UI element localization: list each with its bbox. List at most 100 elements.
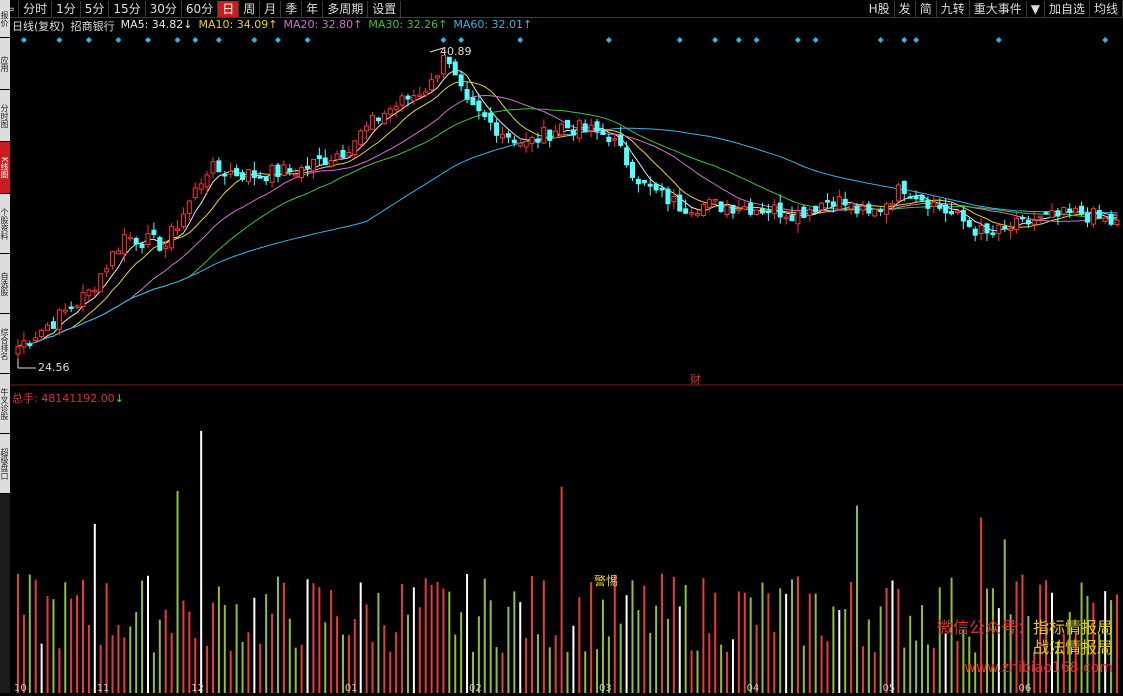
candle-body bbox=[198, 183, 204, 190]
x-axis-tick: 04 bbox=[747, 683, 760, 693]
period-tab-3[interactable]: 15分 bbox=[109, 0, 146, 17]
candle-body bbox=[647, 183, 653, 187]
period-tab-0[interactable]: 分时 bbox=[19, 0, 53, 17]
candle bbox=[1014, 210, 1020, 234]
candle bbox=[943, 198, 949, 223]
candle bbox=[848, 201, 854, 215]
candle bbox=[718, 201, 724, 213]
candle bbox=[872, 208, 878, 218]
signal-diamond bbox=[913, 37, 920, 43]
candle-body bbox=[364, 125, 370, 132]
candle-body bbox=[281, 164, 287, 176]
sidebar-tab-0[interactable]: 报价 bbox=[0, 0, 10, 38]
signal-diamond bbox=[144, 37, 151, 43]
candle-body bbox=[352, 140, 358, 156]
candle-body bbox=[683, 208, 689, 214]
signal-diamond bbox=[440, 37, 447, 43]
candle bbox=[198, 178, 204, 195]
candle bbox=[86, 288, 92, 301]
candle bbox=[381, 110, 387, 125]
candle-body bbox=[240, 172, 246, 180]
signal-diamond bbox=[877, 37, 884, 43]
candle bbox=[210, 156, 216, 179]
period-tab-4[interactable]: 30分 bbox=[146, 0, 182, 17]
signal-diamond bbox=[215, 37, 222, 43]
candle-body bbox=[830, 201, 836, 207]
candle-body bbox=[316, 155, 322, 160]
candle-body bbox=[192, 187, 198, 198]
candle bbox=[375, 116, 381, 124]
period-tab-5[interactable]: 60分 bbox=[182, 0, 219, 17]
candle bbox=[328, 154, 334, 167]
candle bbox=[860, 200, 866, 216]
sidebar-tab-1[interactable]: 应用 bbox=[0, 38, 10, 90]
sidebar-tab-7[interactable]: 牛叉诊股 bbox=[0, 374, 10, 434]
sidebar-tab-2[interactable]: 分时图 bbox=[0, 90, 10, 142]
candle bbox=[405, 93, 411, 107]
signal-diamond bbox=[274, 37, 281, 43]
candle bbox=[346, 145, 352, 157]
period-tab-7[interactable]: 周 bbox=[239, 0, 261, 17]
candle bbox=[204, 171, 210, 195]
candle bbox=[169, 223, 175, 251]
kline-chart[interactable]: 10 11 12 01 02 03 04 05 06 40.89 24.56 财 警惕 bbox=[10, 18, 1123, 694]
toolbar-right-item-4[interactable]: 重大事件 bbox=[970, 0, 1027, 17]
candle bbox=[1084, 207, 1090, 228]
candle bbox=[966, 217, 972, 228]
volume-value: 48141192.00 bbox=[41, 392, 115, 405]
candle bbox=[281, 160, 287, 177]
candle bbox=[269, 163, 275, 188]
candle-body bbox=[624, 147, 630, 166]
toolbar-right-item-2[interactable]: 简 bbox=[916, 0, 937, 17]
volume-arrow: ↓ bbox=[114, 392, 124, 405]
signal-diamond bbox=[812, 37, 819, 43]
period-tab-10[interactable]: 年 bbox=[302, 0, 324, 17]
toolbar-right-item-0[interactable]: H股 bbox=[865, 0, 895, 17]
signal-diamond bbox=[517, 37, 524, 43]
watermark-brand2: 战法情报局 bbox=[1032, 638, 1113, 657]
period-tab-6[interactable]: 日 bbox=[218, 0, 240, 17]
toolbar-right-item-1[interactable]: 发 bbox=[895, 0, 916, 17]
candle-body bbox=[446, 56, 452, 65]
candle bbox=[263, 175, 269, 186]
candle bbox=[322, 149, 328, 166]
x-axis-tick: 02 bbox=[469, 683, 482, 693]
candle-body bbox=[854, 205, 860, 214]
candle bbox=[452, 58, 458, 76]
candle bbox=[618, 126, 624, 148]
candle bbox=[310, 158, 316, 179]
candle-body bbox=[204, 174, 210, 188]
candle-body bbox=[340, 149, 346, 158]
candle-body bbox=[600, 129, 606, 135]
period-tab-1[interactable]: 1分 bbox=[52, 0, 81, 17]
sidebar-tab-5[interactable]: 自选股 bbox=[0, 254, 10, 314]
candle bbox=[588, 118, 594, 138]
sidebar-tab-6[interactable]: 综合排名 bbox=[0, 314, 10, 374]
sidebar-tab-4[interactable]: 个股资料 bbox=[0, 194, 10, 254]
candle-body bbox=[68, 306, 74, 310]
candle bbox=[180, 207, 186, 230]
signal-diamond bbox=[605, 37, 612, 43]
candle-body bbox=[712, 199, 718, 202]
candle-body bbox=[293, 174, 299, 177]
event-marker[interactable]: 财 bbox=[690, 372, 701, 386]
period-tab-12[interactable]: 设置 bbox=[368, 0, 402, 17]
period-tab-8[interactable]: 月 bbox=[260, 0, 282, 17]
candle-body bbox=[393, 105, 399, 110]
sidebar-tab-3[interactable]: K线图 bbox=[0, 142, 10, 194]
toolbar-right-item-6[interactable]: 加自选 bbox=[1045, 0, 1090, 17]
period-tab-9[interactable]: 季 bbox=[281, 0, 303, 17]
signal-diamond bbox=[712, 37, 719, 43]
candle bbox=[192, 182, 198, 201]
candle bbox=[15, 339, 21, 359]
candle bbox=[960, 207, 966, 230]
period-tab-2[interactable]: 5分 bbox=[81, 0, 110, 17]
sidebar-tab-8[interactable]: 超级盘口 bbox=[0, 434, 10, 494]
period-tab-11[interactable]: 多周期 bbox=[323, 0, 369, 17]
toolbar-right-item-7[interactable]: 均线 bbox=[1090, 0, 1123, 17]
candle-body bbox=[423, 91, 429, 96]
candle-body bbox=[860, 205, 866, 211]
candle bbox=[133, 236, 139, 251]
toolbar-right-item-3[interactable]: 九转 bbox=[937, 0, 970, 17]
toolbar-right-item-5[interactable]: ▼ bbox=[1027, 0, 1045, 17]
